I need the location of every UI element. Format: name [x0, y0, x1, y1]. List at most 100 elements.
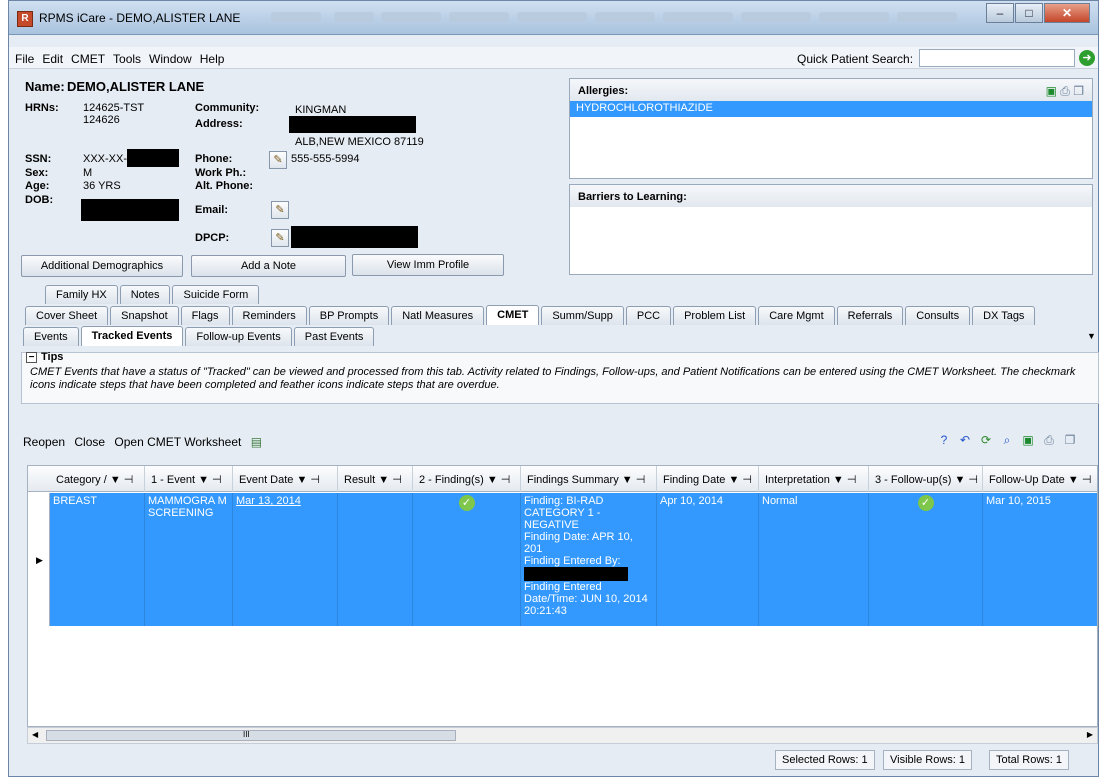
- quick-search-input[interactable]: [919, 49, 1075, 67]
- cell-interpretation: Normal: [759, 493, 869, 626]
- menu-cmet[interactable]: CMET: [71, 52, 105, 66]
- tab-family-hx[interactable]: Family HX: [45, 285, 118, 304]
- total-rows-count: Total Rows: 1: [989, 750, 1070, 770]
- close-event-button[interactable]: Close: [74, 435, 105, 449]
- status-bar: Selected Rows: 1 Visible Rows: 1 Total R…: [27, 749, 1098, 771]
- col-interpretation[interactable]: Interpretation ▼ ⊣: [759, 466, 869, 492]
- menu-help[interactable]: Help: [200, 52, 225, 66]
- tab-cmet[interactable]: CMET: [486, 305, 540, 325]
- tabs-dropdown-icon[interactable]: ▼: [1087, 331, 1096, 341]
- refresh-icon[interactable]: ⟳: [978, 432, 994, 448]
- col-findings-summary[interactable]: Findings Summary ▼ ⊣: [521, 466, 657, 492]
- subtab-tracked-events[interactable]: Tracked Events: [80, 326, 184, 346]
- email-label: Email:: [195, 204, 229, 216]
- grid-toolbar: ? ↶ ⟳ ⌕ ▣ ⎙ ❐: [931, 432, 1078, 448]
- tab-bp-prompts[interactable]: BP Prompts: [308, 306, 390, 325]
- table-row[interactable]: ▶ BREAST MAMMOGRA M SCREENING Mar 13, 20…: [28, 493, 1097, 626]
- tab-pcc[interactable]: PCC: [625, 306, 672, 325]
- allergy-item[interactable]: HYDROCHLOROTHIAZIDE: [570, 101, 1092, 117]
- print-icon[interactable]: ⎙: [1041, 432, 1057, 448]
- tab-flags[interactable]: Flags: [180, 306, 230, 325]
- excel-icon[interactable]: ▣: [1046, 84, 1057, 98]
- tab-care-mgmt[interactable]: Care Mgmt: [758, 306, 835, 325]
- edit-email-pencil-icon[interactable]: ✎: [271, 201, 289, 219]
- help-icon[interactable]: ?: [936, 432, 952, 448]
- scroll-thumb[interactable]: III: [46, 730, 456, 741]
- tips-title: Tips: [41, 351, 64, 363]
- edit-dpcp-pencil-icon[interactable]: ✎: [271, 229, 289, 247]
- find-icon[interactable]: ⌕: [999, 432, 1015, 448]
- col-event[interactable]: 1 - Event ▼ ⊣: [145, 466, 233, 492]
- copy-icon[interactable]: ❐: [1073, 84, 1084, 98]
- maximize-button[interactable]: □: [1015, 3, 1043, 23]
- scroll-right-icon[interactable]: ▶: [1087, 730, 1093, 739]
- minimize-button[interactable]: –: [986, 3, 1014, 23]
- phone-label: Phone:: [195, 153, 233, 165]
- taskbar-blur: [334, 12, 374, 22]
- subtab-events[interactable]: Events: [23, 327, 79, 346]
- workph-label: Work Ph.:: [195, 167, 247, 179]
- print-icon[interactable]: ⎙: [1060, 84, 1070, 98]
- close-button[interactable]: ✕: [1044, 3, 1090, 23]
- name-label: Name:: [25, 79, 65, 94]
- col-result[interactable]: Result ▼ ⊣: [338, 466, 413, 492]
- tab-natl-measures[interactable]: Natl Measures: [391, 306, 485, 325]
- col-finding-date[interactable]: Finding Date ▼ ⊣: [657, 466, 759, 492]
- col-follow-up-date[interactable]: Follow-Up Date ▼ ⊣: [983, 466, 1097, 492]
- tab-reminders[interactable]: Reminders: [231, 306, 307, 325]
- go-arrow-icon[interactable]: ➜: [1079, 50, 1095, 66]
- tab-consults[interactable]: Consults: [905, 306, 971, 325]
- follow-up-complete-check-icon[interactable]: ✓: [917, 495, 934, 511]
- col-event-date[interactable]: Event Date ▼ ⊣: [233, 466, 338, 492]
- tab-suicide-form[interactable]: Suicide Form: [172, 285, 260, 304]
- redacted-dob: [81, 199, 179, 221]
- taskbar-blur: [271, 12, 321, 22]
- open-cmet-worksheet-button[interactable]: Open CMET Worksheet: [114, 435, 241, 449]
- taskbar-blur: [897, 12, 957, 22]
- cell-follow-ups[interactable]: ✓: [869, 493, 983, 626]
- tab-cover-sheet[interactable]: Cover Sheet: [25, 306, 109, 325]
- collapse-tips-icon[interactable]: −: [26, 352, 37, 363]
- edit-phone-pencil-icon[interactable]: ✎: [269, 151, 287, 169]
- menu-edit[interactable]: Edit: [42, 52, 63, 66]
- redacted-entered-by: [524, 567, 628, 581]
- col-findings[interactable]: 2 - Finding(s) ▼ ⊣: [413, 466, 521, 492]
- subtab-past-events[interactable]: Past Events: [293, 327, 375, 346]
- app-window: R RPMS iCare - DEMO,ALISTER LANE – □ ✕ F…: [8, 0, 1099, 777]
- cell-event-date-link[interactable]: Mar 13, 2014: [233, 493, 338, 626]
- col-follow-ups[interactable]: 3 - Follow-up(s) ▼ ⊣: [869, 466, 983, 492]
- menu-window[interactable]: Window: [149, 52, 192, 66]
- dob-label: DOB:: [25, 194, 54, 206]
- cell-findings[interactable]: ✓: [413, 493, 521, 626]
- tab-notes[interactable]: Notes: [119, 285, 171, 304]
- copy-icon[interactable]: ❐: [1062, 432, 1078, 448]
- scroll-left-icon[interactable]: ◀: [32, 730, 38, 739]
- allergies-title: Allergies:: [570, 79, 1092, 101]
- undo-icon[interactable]: ↶: [957, 432, 973, 448]
- additional-demographics-button[interactable]: Additional Demographics: [21, 255, 183, 277]
- hrn-2: 124626: [83, 114, 120, 126]
- tabs-row-1: Family HX Notes Suicide Form: [45, 284, 261, 304]
- tab-dx-tags[interactable]: DX Tags: [972, 306, 1036, 325]
- app-logo-icon: R: [17, 11, 33, 27]
- taskbar-blur: [449, 12, 509, 22]
- view-imm-profile-button[interactable]: View Imm Profile: [352, 254, 504, 276]
- tab-summ-supp[interactable]: Summ/Supp: [541, 306, 624, 325]
- tab-problem-list[interactable]: Problem List: [673, 306, 757, 325]
- horizontal-scrollbar[interactable]: ◀ III ▶: [27, 727, 1098, 744]
- menu-file[interactable]: File: [15, 52, 34, 66]
- worksheet-icon[interactable]: ▤: [251, 435, 262, 449]
- row-selector[interactable]: ▶: [28, 493, 50, 626]
- menu-tools[interactable]: Tools: [113, 52, 141, 66]
- tab-snapshot[interactable]: Snapshot: [110, 306, 179, 325]
- patient-name: DEMO,ALISTER LANE: [67, 79, 205, 94]
- excel-icon[interactable]: ▣: [1020, 432, 1036, 448]
- add-note-button[interactable]: Add a Note: [191, 255, 346, 277]
- finding-complete-check-icon[interactable]: ✓: [458, 495, 475, 511]
- col-category[interactable]: Category / ▼ ⊣: [50, 466, 145, 492]
- subtab-follow-up-events[interactable]: Follow-up Events: [185, 327, 292, 346]
- tab-referrals[interactable]: Referrals: [836, 306, 904, 325]
- taskbar-blur: [663, 12, 733, 22]
- ssn-label: SSN:: [25, 153, 52, 165]
- reopen-button[interactable]: Reopen: [23, 435, 65, 449]
